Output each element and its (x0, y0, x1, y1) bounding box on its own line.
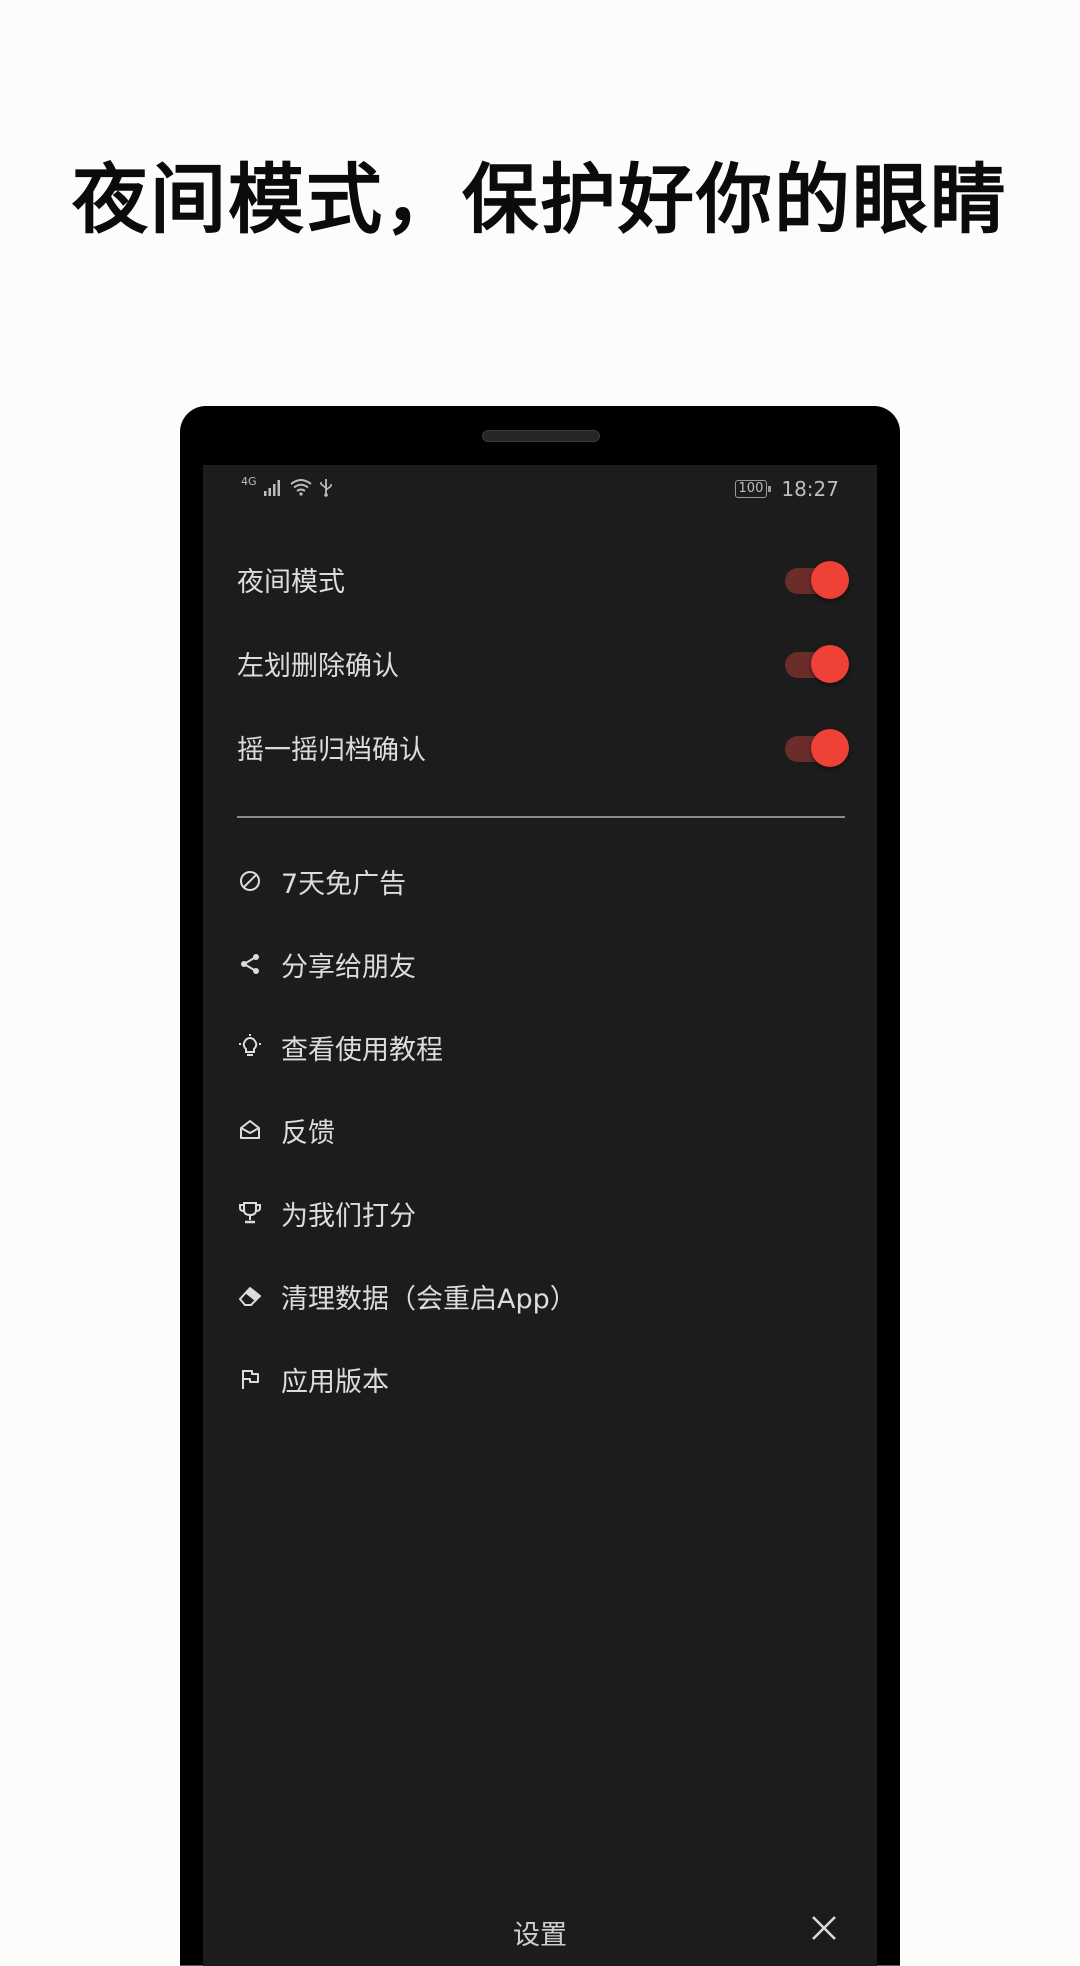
section-divider (237, 816, 845, 818)
settings-screen: 4G 100 18:27 夜间模式 左划删除确认 摇一摇归档确认 7天免广告 分… (203, 465, 877, 1966)
menu-item-label: 为我们打分 (281, 1200, 416, 1232)
clock: 18:27 (781, 477, 839, 501)
usb-icon (319, 479, 332, 497)
menu-item-share[interactable]: 分享给朋友 (237, 934, 845, 994)
eraser-icon (237, 1283, 263, 1309)
flag-icon (237, 1366, 263, 1392)
phone-frame: 4G 100 18:27 夜间模式 左划删除确认 摇一摇归档确认 7天免广告 分… (180, 406, 900, 1966)
block-icon (237, 868, 263, 894)
status-bar: 4G 100 18:27 (203, 465, 877, 513)
menu-item-label: 反馈 (281, 1117, 335, 1149)
toggle-label: 夜间模式 (237, 566, 345, 598)
bottom-bar: 设置 (203, 1895, 877, 1965)
menu-item-clear-data[interactable]: 清理数据（会重启App） (237, 1266, 845, 1326)
settings-title: 设置 (513, 1920, 567, 1951)
menu-item-ad-free[interactable]: 7天免广告 (237, 851, 845, 911)
close-button[interactable] (809, 1913, 839, 1943)
toggle-label: 左划删除确认 (237, 650, 399, 682)
shake-archive-switch[interactable] (785, 729, 849, 767)
trophy-icon (237, 1200, 263, 1226)
toggle-row-swipe-delete-confirm[interactable]: 左划删除确认 (237, 631, 849, 695)
menu-item-feedback[interactable]: 反馈 (237, 1100, 845, 1160)
toggle-row-shake-archive-confirm[interactable]: 摇一摇归档确认 (237, 715, 849, 779)
menu-item-label: 查看使用教程 (281, 1034, 443, 1066)
menu-item-app-version[interactable]: 应用版本 (237, 1349, 845, 1409)
network-type: 4G (241, 474, 257, 488)
signal-icon (263, 480, 280, 496)
menu-item-label: 7天免广告 (281, 868, 407, 900)
toggle-label: 摇一摇归档确认 (237, 734, 426, 766)
toggle-row-night-mode[interactable]: 夜间模式 (237, 547, 849, 611)
swipe-delete-switch[interactable] (785, 645, 849, 683)
close-icon (812, 1916, 836, 1940)
menu-item-label: 分享给朋友 (281, 951, 416, 983)
menu-item-label: 清理数据（会重启App） (281, 1283, 577, 1315)
menu-item-label: 应用版本 (281, 1366, 389, 1398)
menu-item-rate[interactable]: 为我们打分 (237, 1183, 845, 1243)
share-icon (237, 951, 263, 977)
mail-open-icon (237, 1117, 263, 1143)
menu-item-tutorial[interactable]: 查看使用教程 (237, 1017, 845, 1077)
night-mode-switch[interactable] (785, 561, 849, 599)
lightbulb-icon (237, 1034, 263, 1060)
battery-indicator: 100 (734, 480, 772, 498)
phone-speaker (482, 430, 600, 442)
promo-headline: 夜间模式，保护好你的眼睛 (72, 155, 1008, 244)
wifi-icon (289, 479, 312, 496)
